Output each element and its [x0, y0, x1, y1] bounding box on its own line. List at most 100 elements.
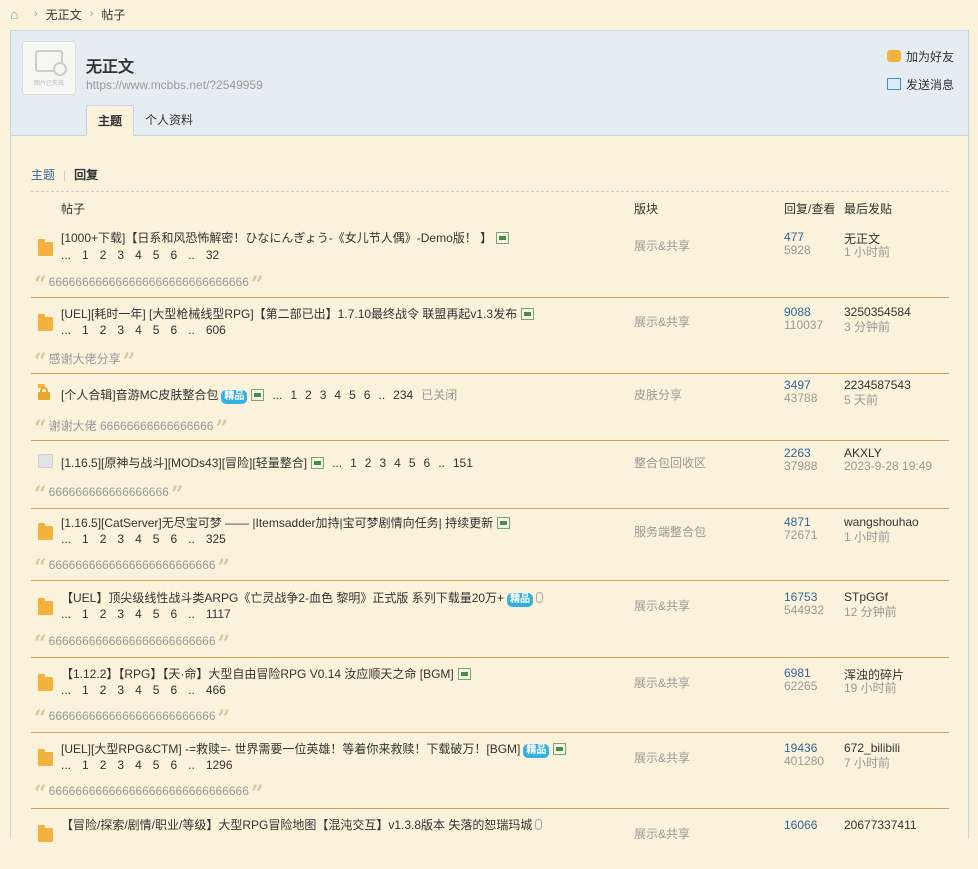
- page-link[interactable]: 5: [153, 758, 160, 772]
- last-poster[interactable]: 2234587543: [844, 378, 911, 392]
- tab-profile[interactable]: 个人资料: [134, 105, 204, 136]
- page-link[interactable]: 5: [409, 456, 416, 470]
- thread-title[interactable]: [1000+下载]【日系和风恐怖解密！ひなにんぎょう-《女儿节人偶》-Demo版…: [61, 231, 492, 245]
- page-link[interactable]: 3: [117, 323, 124, 337]
- forum-link[interactable]: 整合包回收区: [634, 454, 706, 471]
- thread-title[interactable]: [1.16.5][CatServer]无尽宝可梦 —— |Itemsadder加…: [61, 516, 493, 530]
- page-link[interactable]: 3: [320, 388, 327, 402]
- reply-excerpt[interactable]: “6666666666666666666666666”: [34, 557, 230, 579]
- page-link[interactable]: 466: [206, 683, 226, 697]
- page-link[interactable]: 1296: [206, 758, 233, 772]
- page-link[interactable]: 6: [170, 532, 177, 546]
- reply-excerpt[interactable]: “6666666666666666666666666”: [34, 633, 230, 655]
- forum-link[interactable]: 展示&共享: [634, 674, 690, 691]
- last-post-time[interactable]: 19 小时前: [844, 679, 897, 696]
- forum-link[interactable]: 展示&共享: [634, 597, 690, 614]
- reply-count[interactable]: 2263: [784, 446, 811, 460]
- page-link[interactable]: 2: [365, 456, 372, 470]
- last-poster[interactable]: 672_bilibili: [844, 741, 900, 755]
- page-link[interactable]: 2: [100, 607, 107, 621]
- home-icon[interactable]: ⌂: [10, 7, 26, 21]
- thread-title[interactable]: [UEL][大型RPG&CTM] -=救赎=- 世界需要一位英雄！等着你来救赎！…: [61, 742, 520, 756]
- page-link[interactable]: 3: [117, 683, 124, 697]
- last-poster[interactable]: 3250354584: [844, 305, 911, 319]
- page-link[interactable]: 2: [100, 323, 107, 337]
- thread-title[interactable]: 【1.12.2】【RPG】【天·命】大型自由冒险RPG V0.14 汝应顺天之命…: [61, 667, 454, 681]
- forum-link[interactable]: 皮肤分享: [634, 386, 682, 403]
- forum-link[interactable]: 展示&共享: [634, 313, 690, 330]
- reply-count[interactable]: 3497: [784, 378, 811, 392]
- page-link[interactable]: 2: [100, 248, 107, 262]
- subnav-threads[interactable]: 主题: [31, 166, 55, 183]
- page-link[interactable]: 1: [82, 532, 89, 546]
- page-link[interactable]: 4: [135, 607, 142, 621]
- page-link[interactable]: 2: [100, 532, 107, 546]
- page-link[interactable]: 5: [153, 248, 160, 262]
- thread-title[interactable]: [1.16.5][原神与战斗][MODs43][冒险][轻量整合]: [61, 456, 307, 470]
- reply-count[interactable]: 6981: [784, 666, 811, 680]
- thread-title[interactable]: 【UEL】顶尖级线性战斗类ARPG《亡灵战争2-血色 黎明》正式版 系列下载量2…: [61, 591, 504, 605]
- page-link[interactable]: 1: [290, 388, 297, 402]
- last-post-time[interactable]: 3 分钟前: [844, 318, 890, 335]
- subnav-replies[interactable]: 回复: [74, 166, 98, 183]
- page-link[interactable]: 1: [82, 683, 89, 697]
- reply-count[interactable]: 16753: [784, 590, 817, 604]
- forum-link[interactable]: 展示&共享: [634, 825, 690, 842]
- page-link[interactable]: 3: [117, 758, 124, 772]
- forum-link[interactable]: 展示&共享: [634, 749, 690, 766]
- page-link[interactable]: 6: [170, 607, 177, 621]
- page-link[interactable]: 5: [349, 388, 356, 402]
- reply-count[interactable]: 4871: [784, 515, 811, 529]
- last-post-time[interactable]: 1 小时前: [844, 528, 890, 545]
- thread-title[interactable]: [UEL][耗时一年] [大型枪械线型RPG]【第二部已出】1.7.10最终战令…: [61, 307, 517, 321]
- page-link[interactable]: 3: [117, 607, 124, 621]
- page-link[interactable]: 6: [170, 248, 177, 262]
- page-link[interactable]: 6: [170, 323, 177, 337]
- page-link[interactable]: 1: [82, 607, 89, 621]
- profile-name[interactable]: 无正文: [86, 53, 134, 77]
- page-link[interactable]: 4: [135, 532, 142, 546]
- page-link[interactable]: 5: [153, 532, 160, 546]
- page-link[interactable]: 4: [135, 683, 142, 697]
- page-link[interactable]: 6: [424, 456, 431, 470]
- page-link[interactable]: 2: [100, 683, 107, 697]
- reply-count[interactable]: 16066: [784, 818, 817, 832]
- page-link[interactable]: 234: [393, 388, 413, 402]
- reply-excerpt[interactable]: “666666666666666666666666666666”: [34, 274, 264, 296]
- avatar[interactable]: 图片已失效: [22, 41, 76, 95]
- page-link[interactable]: 32: [206, 248, 219, 262]
- page-link[interactable]: 4: [135, 323, 142, 337]
- reply-count[interactable]: 9088: [784, 305, 811, 319]
- page-link[interactable]: 6: [170, 683, 177, 697]
- last-post-time[interactable]: 7 小时前: [844, 754, 890, 771]
- last-post-time[interactable]: 1 小时前: [844, 243, 890, 260]
- page-link[interactable]: 2: [100, 758, 107, 772]
- page-link[interactable]: 6: [170, 758, 177, 772]
- breadcrumb-user[interactable]: 无正文: [46, 6, 82, 23]
- send-message-button[interactable]: 发送消息: [886, 76, 954, 92]
- thread-title[interactable]: 【冒险/探索/剧情/职业/等级】大型RPG冒险地图【混沌交互】v1.3.8版本 …: [61, 818, 532, 832]
- last-post-time[interactable]: 12 分钟前: [844, 603, 897, 620]
- page-link[interactable]: 5: [153, 323, 160, 337]
- page-link[interactable]: 1: [82, 758, 89, 772]
- last-poster[interactable]: AKXLY: [844, 446, 882, 460]
- thread-title[interactable]: [个人合辑]音游MC皮肤整合包: [61, 388, 218, 402]
- page-link[interactable]: 151: [453, 456, 473, 470]
- reply-excerpt[interactable]: “感谢大佬分享”: [34, 350, 135, 373]
- last-poster[interactable]: STpGGf: [844, 590, 888, 604]
- reply-count[interactable]: 19436: [784, 741, 817, 755]
- page-link[interactable]: 1: [82, 248, 89, 262]
- reply-excerpt[interactable]: “谢谢大佬 66666666666666666”: [34, 417, 228, 440]
- last-post-time[interactable]: 5 天前: [844, 391, 878, 408]
- reply-excerpt[interactable]: “666666666666666666”: [34, 484, 183, 506]
- page-link[interactable]: 4: [135, 758, 142, 772]
- page-link[interactable]: 606: [206, 323, 226, 337]
- page-link[interactable]: 1: [82, 323, 89, 337]
- tab-threads[interactable]: 主题: [86, 105, 135, 136]
- last-poster[interactable]: wangshouhao: [844, 515, 919, 529]
- page-link[interactable]: 325: [206, 532, 226, 546]
- profile-url[interactable]: https://www.mcbbs.net/?2549959: [86, 78, 263, 92]
- page-link[interactable]: 5: [153, 607, 160, 621]
- page-link[interactable]: 4: [334, 388, 341, 402]
- last-poster[interactable]: 20677337411: [844, 818, 917, 832]
